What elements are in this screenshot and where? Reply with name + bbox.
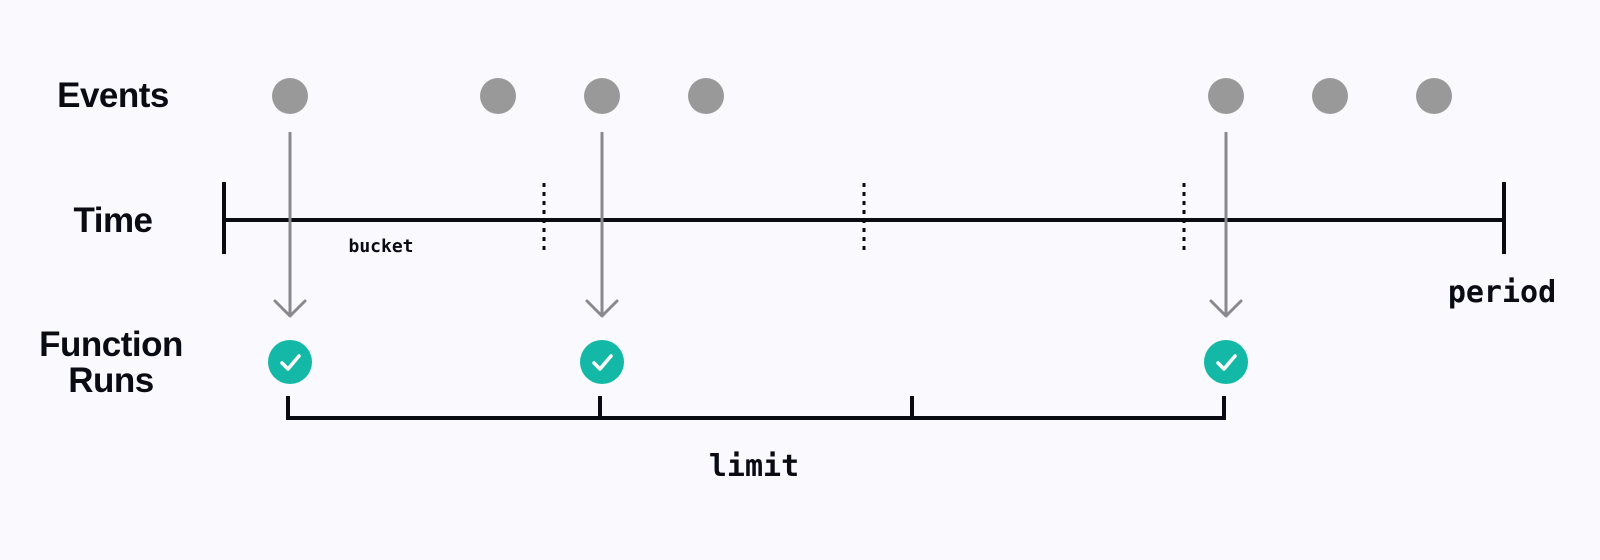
- run-status-circle: [268, 340, 312, 384]
- function-run-success: [268, 340, 312, 384]
- event-dot: [1312, 78, 1348, 114]
- function-runs-label-line1: Function: [39, 325, 183, 364]
- trigger-arrow: [585, 132, 619, 318]
- event-dot: [1416, 78, 1452, 114]
- limit-bracket: [286, 396, 1226, 420]
- function-run-success: [580, 340, 624, 384]
- event-dot: [688, 78, 724, 114]
- bucket-label: bucket: [348, 236, 413, 257]
- throttle-diagram: Events Time Function Runs bucket period …: [0, 0, 1600, 560]
- time-row-label: Time: [73, 201, 152, 240]
- event-dot: [584, 78, 620, 114]
- diagram-canvas: Events Time Function Runs bucket period …: [39, 76, 1556, 484]
- run-status-circle: [1204, 340, 1248, 384]
- trigger-arrow: [1209, 132, 1243, 318]
- event-dot: [480, 78, 516, 114]
- function-run-success: [1204, 340, 1248, 384]
- period-label: period: [1448, 275, 1556, 310]
- function-runs-label-line2: Runs: [68, 361, 154, 400]
- events-row-label: Events: [57, 76, 169, 115]
- time-axis: [222, 182, 1506, 254]
- event-dot: [272, 78, 308, 114]
- trigger-arrow: [273, 132, 307, 318]
- run-status-circle: [580, 340, 624, 384]
- limit-label: limit: [709, 449, 799, 484]
- event-dot: [1208, 78, 1244, 114]
